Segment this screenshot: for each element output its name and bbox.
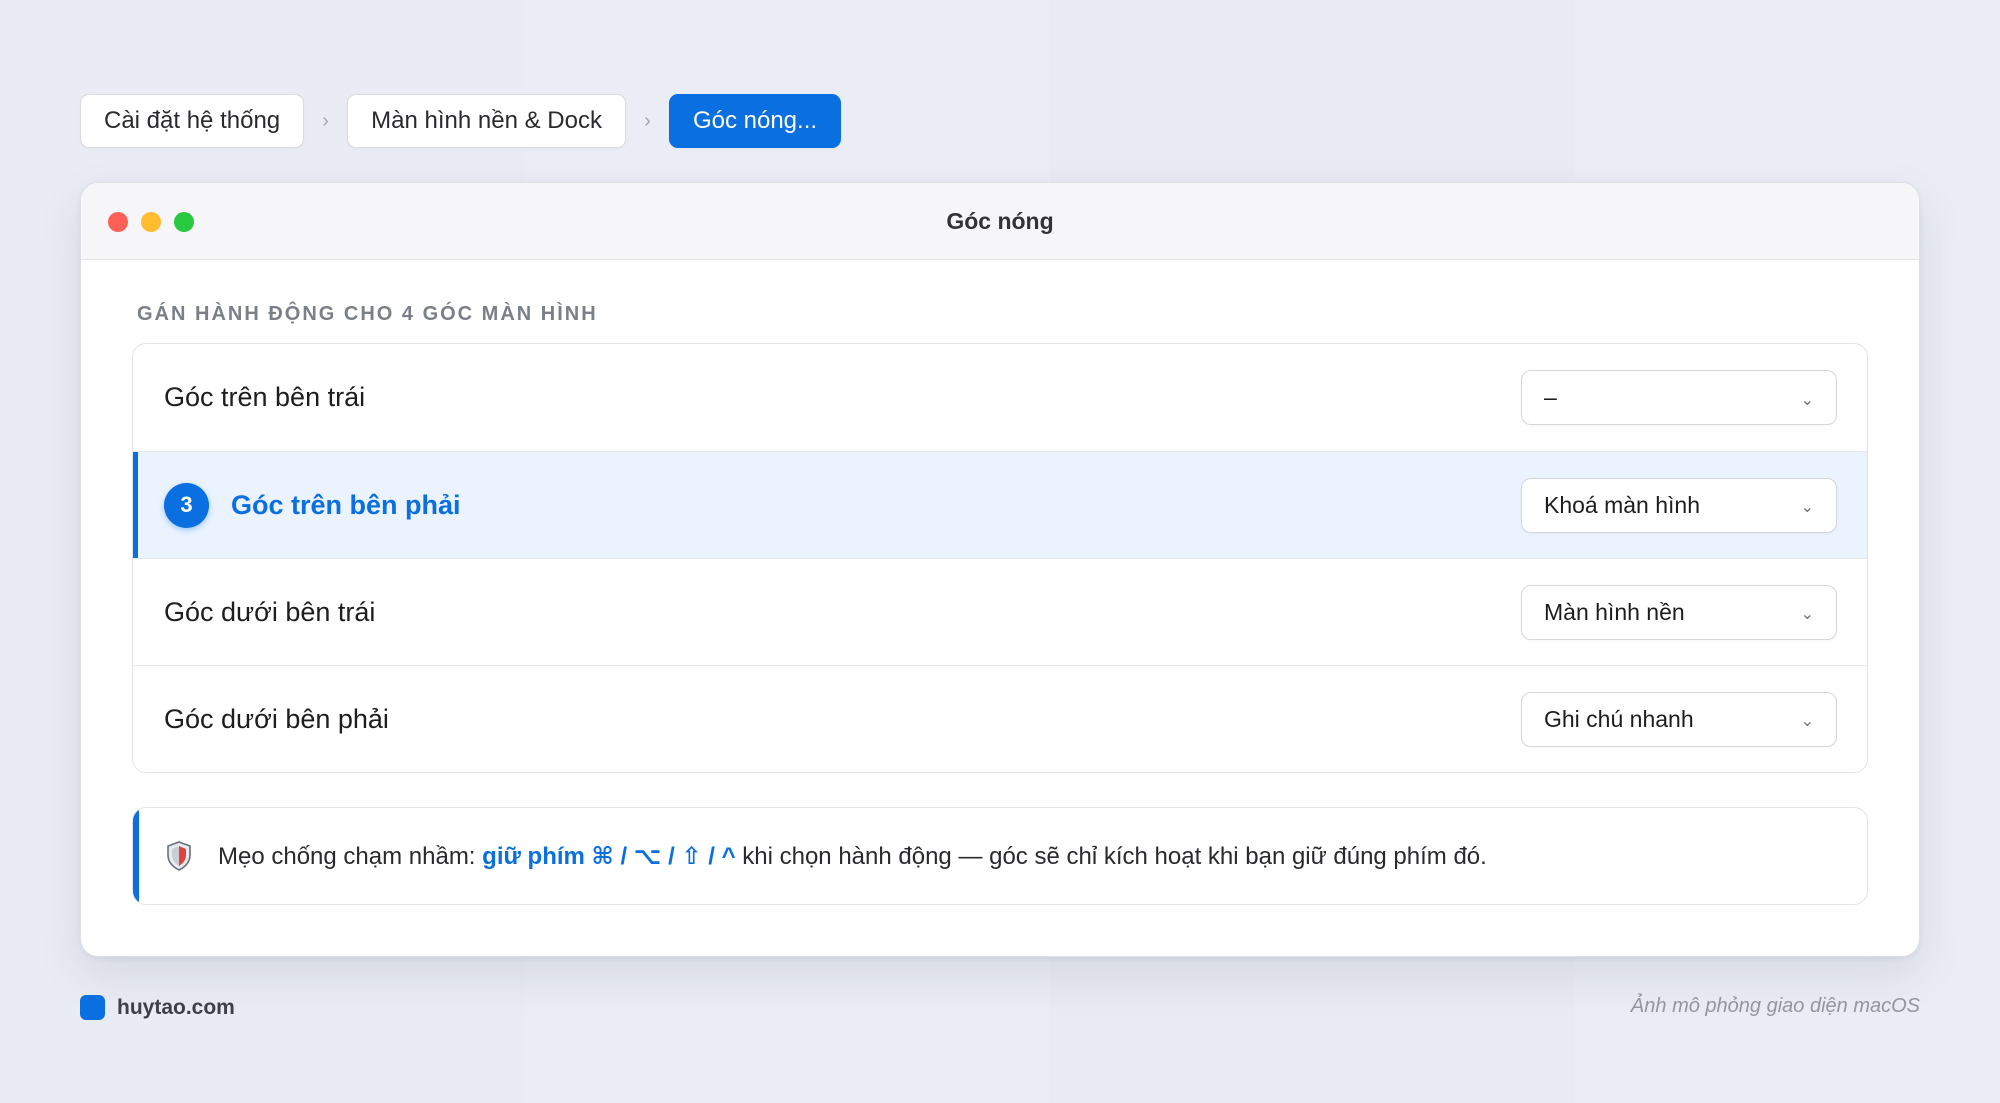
breadcrumb-item-hot-corners[interactable]: Góc nóng... [668,94,842,148]
corner-action-select-bottom-right[interactable]: Ghi chú nhanh ⌄ [1521,691,1837,747]
minimize-button[interactable] [141,212,161,232]
corner-label: Góc dưới bên trái [164,596,376,627]
select-value: Màn hình nền [1544,598,1685,625]
tip-prefix: Mẹo chống chạm nhầm: [218,842,476,870]
tip-emphasis: giữ phím ⌘ / ⌥ / ⇧ / ^ [482,842,736,870]
close-button[interactable] [108,212,128,232]
corner-label: Góc trên bên phải [231,489,461,520]
tip-callout: Mẹo chống chạm nhầm: giữ phím ⌘ / ⌥ / ⇧ … [132,807,1868,905]
window-titlebar[interactable]: Góc nóng [81,183,1919,260]
brand-logo-icon [80,995,105,1020]
corner-row-top-right: 3 Góc trên bên phải Khoá màn hình ⌄ [133,451,1867,558]
corner-action-select-top-right[interactable]: Khoá màn hình ⌄ [1521,477,1837,533]
window-title: Góc nóng [946,207,1054,234]
corner-list: Góc trên bên trái – ⌄ 3 Góc trên bên phả… [132,343,1868,773]
select-value: – [1544,384,1557,410]
chevron-down-icon: ⌄ [1800,391,1814,409]
tip-suffix: khi chọn hành động — góc sẽ chỉ kích hoạ… [742,842,1487,870]
corner-action-select-top-left[interactable]: – ⌄ [1521,370,1837,425]
corner-action-select-bottom-left[interactable]: Màn hình nền ⌄ [1521,584,1837,640]
breadcrumb-item-desktop-dock[interactable]: Màn hình nền & Dock [347,94,626,148]
brand-text[interactable]: huytao.com [117,996,235,1020]
window-content: GÁN HÀNH ĐỘNG CHO 4 GÓC MÀN HÌNH Góc trê… [81,303,1919,905]
select-value: Khoá màn hình [1544,491,1701,518]
section-title: GÁN HÀNH ĐỘNG CHO 4 GÓC MÀN HÌNH [137,303,598,325]
corner-row-bottom-right: Góc dưới bên phải Ghi chú nhanh ⌄ [133,665,1867,772]
footer-note: Ảnh mô phỏng giao diện macOS [1630,995,1920,1017]
corner-label: Góc trên bên trái [164,382,366,412]
hot-corners-window: Góc nóng GÁN HÀNH ĐỘNG CHO 4 GÓC MÀN HÌN… [80,182,1920,957]
shield-icon [166,841,192,871]
footer-brand: huytao.com [80,995,235,1020]
zoom-button[interactable] [174,212,194,232]
chevron-down-icon: ⌄ [1800,713,1814,730]
corner-label: Góc dưới bên phải [164,703,389,734]
chevron-down-icon: ⌄ [1800,499,1814,516]
breadcrumb-separator: › [644,109,651,132]
breadcrumb-item-system-settings[interactable]: Cài đặt hệ thống [80,94,305,148]
traffic-lights [108,212,194,232]
breadcrumb: Cài đặt hệ thống › Màn hình nền & Dock ›… [80,93,842,149]
corner-row-bottom-left: Góc dưới bên trái Màn hình nền ⌄ [133,558,1867,665]
chevron-down-icon: ⌄ [1800,606,1814,623]
select-value: Ghi chú nhanh [1544,705,1694,732]
corner-row-top-left: Góc trên bên trái – ⌄ [133,344,1867,451]
tip-text: Mẹo chống chạm nhầm: giữ phím ⌘ / ⌥ / ⇧ … [218,842,1487,871]
step-badge: 3 [164,482,209,528]
breadcrumb-separator: › [322,109,329,132]
